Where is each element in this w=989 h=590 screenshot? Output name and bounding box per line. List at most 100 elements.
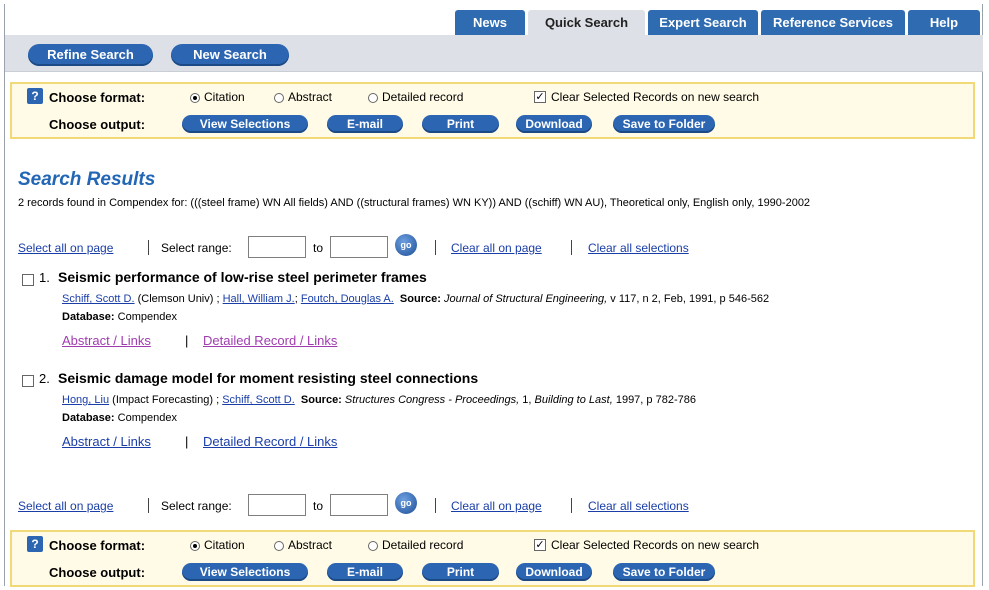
search-results-heading: Search Results: [18, 169, 156, 190]
author-affiliation: (Impact Forecasting) ;: [112, 394, 220, 406]
source-details: v 117, n 2, Feb, 1991, p 546-562: [610, 293, 770, 305]
clear-all-link[interactable]: Clear all selections: [588, 241, 689, 255]
print-button[interactable]: Print: [422, 563, 499, 581]
select-range-label: Select range:: [161, 241, 232, 255]
help-icon[interactable]: ?: [27, 536, 43, 552]
range-start-input[interactable]: [248, 494, 306, 516]
email-button[interactable]: E-mail: [327, 563, 403, 581]
clear-selected-checkbox[interactable]: ✓: [534, 91, 546, 103]
to-label: to: [313, 499, 324, 513]
divider: [571, 240, 572, 255]
download-button[interactable]: Download: [516, 563, 592, 581]
database-value: Compendex: [117, 311, 177, 323]
to-label: to: [313, 241, 324, 255]
clear-page-link[interactable]: Clear all on page: [451, 499, 542, 513]
save-to-folder-button[interactable]: Save to Folder: [613, 563, 715, 581]
record-1-number: 1.: [39, 270, 50, 285]
help-icon[interactable]: ?: [27, 88, 43, 104]
source-volume: 1,: [522, 394, 532, 406]
author-link[interactable]: Hong, Liu: [62, 394, 109, 406]
author-link[interactable]: Hall, William J.: [223, 293, 295, 305]
abstract-radio[interactable]: [274, 93, 284, 103]
abstract-label: Abstract: [288, 90, 333, 104]
citation-label: Citation: [204, 90, 245, 104]
detailed-record-radio[interactable]: [368, 541, 378, 551]
record-2-checkbox[interactable]: [22, 375, 34, 387]
abstract-links[interactable]: Abstract / Links: [62, 333, 151, 348]
author-link[interactable]: Schiff, Scott D.: [222, 394, 295, 406]
select-all-link[interactable]: Select all on page: [18, 499, 113, 513]
divider: [148, 240, 149, 255]
detailed-record-links[interactable]: Detailed Record / Links: [203, 333, 337, 348]
go-button[interactable]: go: [395, 234, 417, 256]
range-end-input[interactable]: [330, 236, 388, 258]
select-range-label: Select range:: [161, 499, 232, 513]
database-label: Database:: [62, 311, 115, 323]
email-button[interactable]: E-mail: [327, 115, 403, 133]
record-1-citation: Schiff, Scott D. (Clemson Univ) ; Hall, …: [62, 293, 770, 305]
output-options-top: ? Choose format: Citation Abstract Detai…: [10, 82, 975, 139]
source-journal: Journal of Structural Engineering,: [443, 293, 608, 305]
source-conference: Building to Last,: [534, 394, 613, 406]
clear-selected-label: Clear Selected Records on new search: [551, 538, 760, 552]
detailed-record-label: Detailed record: [382, 90, 464, 104]
record-1-checkbox[interactable]: [22, 274, 34, 286]
select-all-link[interactable]: Select all on page: [18, 241, 113, 255]
download-button[interactable]: Download: [516, 115, 592, 133]
detailed-record-radio[interactable]: [368, 93, 378, 103]
output-label: Choose output:: [49, 565, 146, 580]
refine-search-button[interactable]: Refine Search: [28, 44, 153, 66]
divider: [435, 498, 436, 513]
abstract-links[interactable]: Abstract / Links: [62, 434, 151, 449]
citation-label: Citation: [204, 538, 245, 552]
go-button[interactable]: go: [395, 492, 417, 514]
source-journal: Structures Congress - Proceedings,: [344, 394, 520, 406]
view-selections-button[interactable]: View Selections: [182, 115, 308, 133]
record-2-title[interactable]: Seismic damage model for moment resistin…: [58, 370, 478, 386]
results-summary: 2 records found in Compendex for: (((ste…: [18, 197, 811, 209]
format-label: Choose format:: [49, 90, 146, 105]
clear-all-link[interactable]: Clear all selections: [588, 499, 689, 513]
divider: [435, 240, 436, 255]
output-options-bottom: ? Choose format: Citation Abstract Detai…: [10, 530, 975, 587]
record-1-database: Database: Compendex: [62, 311, 177, 323]
detailed-record-label: Detailed record: [382, 538, 464, 552]
source-details: 1997, p 782-786: [615, 394, 696, 406]
record-1-title[interactable]: Seismic performance of low-rise steel pe…: [58, 269, 427, 285]
search-toolbar: Refine Search New Search: [5, 35, 983, 72]
tab-quick-search[interactable]: Quick Search: [528, 10, 645, 35]
divider: [571, 498, 572, 513]
author-affiliation: (Clemson Univ) ;: [137, 293, 220, 305]
clear-selected-checkbox[interactable]: ✓: [534, 539, 546, 551]
range-start-input[interactable]: [248, 236, 306, 258]
tab-help[interactable]: Help: [908, 10, 980, 35]
record-2-number: 2.: [39, 371, 50, 386]
print-button[interactable]: Print: [422, 115, 499, 133]
detailed-record-links[interactable]: Detailed Record / Links: [203, 434, 337, 449]
author-link[interactable]: Schiff, Scott D.: [62, 293, 135, 305]
range-end-input[interactable]: [330, 494, 388, 516]
view-selections-button[interactable]: View Selections: [182, 563, 308, 581]
source-label: Source:: [399, 293, 441, 305]
tab-news[interactable]: News: [455, 10, 525, 35]
divider: [148, 498, 149, 513]
database-value: Compendex: [117, 412, 177, 424]
tab-expert-search[interactable]: Expert Search: [648, 10, 758, 35]
source-label: Source:: [300, 394, 342, 406]
citation-radio[interactable]: [190, 93, 200, 103]
tab-reference-services[interactable]: Reference Services: [761, 10, 905, 35]
clear-page-link[interactable]: Clear all on page: [451, 241, 542, 255]
clear-selected-label: Clear Selected Records on new search: [551, 90, 760, 104]
abstract-label: Abstract: [288, 538, 333, 552]
citation-radio[interactable]: [190, 541, 200, 551]
save-to-folder-button[interactable]: Save to Folder: [613, 115, 715, 133]
abstract-radio[interactable]: [274, 541, 284, 551]
record-2-citation: Hong, Liu (Impact Forecasting) ; Schiff,…: [62, 394, 696, 406]
database-label: Database:: [62, 412, 115, 424]
output-label: Choose output:: [49, 117, 146, 132]
link-separator: |: [185, 333, 189, 348]
new-search-button[interactable]: New Search: [171, 44, 289, 66]
format-label: Choose format:: [49, 538, 146, 553]
author-link[interactable]: Foutch, Douglas A.: [301, 293, 394, 305]
link-separator: |: [185, 434, 189, 449]
